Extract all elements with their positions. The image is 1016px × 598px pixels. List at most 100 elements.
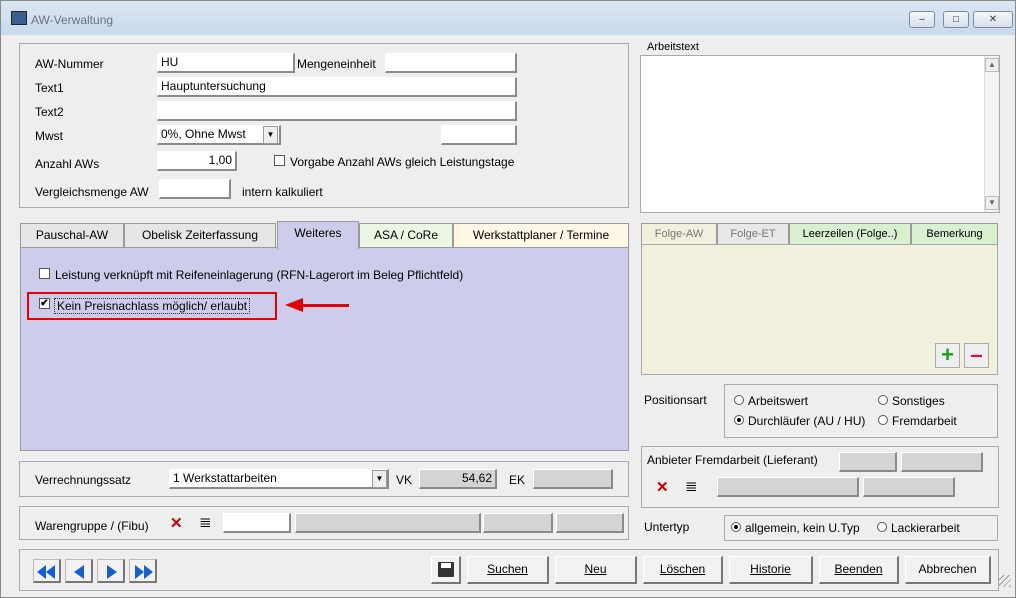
warengruppe-field-3[interactable] — [556, 513, 624, 533]
tab-werkstattplaner[interactable]: Werkstattplaner / Termine — [453, 223, 629, 247]
anzahl-label: Anzahl AWs — [35, 157, 100, 171]
verrechnung-dropdown-icon[interactable]: ▼ — [372, 470, 387, 488]
aw-verwaltung-window: AW-Verwaltung – □ ✕ AW-Nummer HU Mengene… — [0, 0, 1016, 598]
window-title: AW-Verwaltung — [31, 13, 114, 27]
remove-icon[interactable]: – — [964, 343, 989, 368]
scroll-down-icon[interactable]: ▼ — [985, 196, 999, 210]
first-arrow-icon-2 — [46, 565, 55, 579]
vk-label: VK — [396, 473, 413, 487]
mwst-label: Mwst — [35, 129, 63, 143]
beenden-button[interactable]: Beenden — [819, 556, 899, 584]
last-arrow-icon-2 — [144, 565, 153, 579]
save-button[interactable] — [431, 556, 461, 584]
preisnachlass-label: Kein Preisnachlass möglich/ erlaubt — [54, 298, 251, 314]
untertyp-label: Untertyp — [644, 520, 690, 534]
anbieter-field-2[interactable] — [901, 452, 983, 472]
minimize-button[interactable]: – — [909, 11, 935, 28]
tab-folge-aw[interactable]: Folge-AW — [641, 223, 717, 245]
abbrechen-button[interactable]: Abbrechen — [905, 556, 991, 584]
mengeneinheit-label: Mengeneinheit — [297, 57, 376, 71]
radio-sonstiges[interactable] — [878, 395, 888, 405]
sonstiges-label: Sonstiges — [892, 394, 945, 408]
first-arrow-icon — [37, 565, 46, 579]
tab-asa-core[interactable]: ASA / CoRe — [359, 223, 453, 247]
anbieter-field-4[interactable] — [863, 477, 955, 497]
first-record-button[interactable] — [33, 559, 61, 583]
aw-nummer-label: AW-Nummer — [35, 57, 104, 71]
app-icon — [11, 11, 27, 25]
tab-bemerkung[interactable]: Bemerkung — [911, 223, 998, 245]
warengruppe-list-icon[interactable]: ≣ — [199, 513, 212, 531]
positionsart-label: Positionsart — [644, 393, 707, 407]
allgemein-label: allgemein, kein U.Typ — [745, 521, 860, 535]
prev-record-button[interactable] — [65, 559, 93, 583]
vk-input[interactable]: 54,62 — [419, 469, 497, 489]
anbieter-clear-icon[interactable]: ✕ — [656, 478, 669, 496]
radio-fremdarbeit[interactable] — [878, 415, 888, 425]
anbieter-field-3[interactable] — [717, 477, 859, 497]
close-button[interactable]: ✕ — [973, 11, 1013, 28]
arbeitswert-label: Arbeitswert — [748, 394, 809, 408]
anbieter-label: Anbieter Fremdarbeit (Lieferant) — [647, 453, 818, 467]
radio-arbeitswert[interactable] — [734, 395, 744, 405]
warengruppe-field-2[interactable] — [483, 513, 553, 533]
verrechnung-select[interactable]: 1 Werkstattarbeiten — [169, 469, 389, 489]
neu-button[interactable]: Neu — [555, 556, 637, 584]
radio-durchlaeufer[interactable] — [734, 415, 744, 425]
title-bar: AW-Verwaltung – □ ✕ — [1, 1, 1015, 35]
loeschen-button[interactable]: Löschen — [643, 556, 723, 584]
warengruppe-field-1[interactable] — [295, 513, 481, 533]
positionsart-group — [724, 384, 998, 438]
anzahl-input[interactable]: 1,00 — [157, 151, 237, 171]
aw-nummer-input[interactable]: HU — [157, 53, 295, 73]
last-record-button[interactable] — [129, 559, 157, 583]
tab-folge-et[interactable]: Folge-ET — [717, 223, 789, 245]
radio-lackierarbeit[interactable] — [877, 522, 887, 532]
text2-input[interactable] — [157, 101, 517, 121]
arbeitstext-scrollbar[interactable] — [984, 56, 999, 212]
anbieter-list-icon[interactable]: ≣ — [685, 477, 698, 495]
vorgabe-label: Vorgabe Anzahl AWs gleich Leistungstage — [290, 155, 515, 169]
suchen-button[interactable]: Suchen — [467, 556, 549, 584]
lackierarbeit-label: Lackierarbeit — [891, 521, 960, 535]
historie-button[interactable]: Historie — [729, 556, 813, 584]
mwst-extra-field — [441, 125, 517, 145]
rfn-checkbox[interactable] — [39, 268, 50, 279]
text1-label: Text1 — [35, 81, 64, 95]
radio-allgemein[interactable] — [731, 522, 741, 532]
text1-input[interactable]: Hauptuntersuchung — [157, 77, 517, 97]
text2-label: Text2 — [35, 105, 64, 119]
next-arrow-icon — [107, 565, 117, 579]
durchlaeufer-label: Durchläufer (AU / HU) — [748, 414, 866, 428]
verrechnung-label: Verrechnungssatz — [35, 473, 132, 487]
vergleich-label: Vergleichsmenge AW — [35, 185, 149, 199]
mengeneinheit-input[interactable] — [385, 53, 517, 73]
anbieter-field-1[interactable] — [839, 452, 897, 472]
vorgabe-checkbox[interactable] — [274, 155, 285, 166]
save-disk-label-icon — [441, 563, 451, 568]
resize-grip-icon[interactable] — [999, 575, 1011, 587]
warengruppe-input[interactable] — [223, 513, 291, 533]
preisnachlass-checkbox[interactable]: ✔ — [39, 298, 50, 309]
ek-input[interactable] — [533, 469, 613, 489]
add-icon[interactable]: + — [935, 343, 960, 368]
warengruppe-label: Warengruppe / (Fibu) — [35, 519, 149, 533]
last-arrow-icon — [135, 565, 144, 579]
maximize-button[interactable]: □ — [943, 11, 969, 28]
red-arrow-shaft — [301, 304, 349, 307]
arbeitstext-label: Arbeitstext — [647, 41, 699, 53]
warengruppe-clear-icon[interactable]: ✕ — [170, 514, 183, 532]
tab-obelisk-zeiterfassung[interactable]: Obelisk Zeiterfassung — [124, 223, 276, 247]
prev-arrow-icon — [74, 565, 84, 579]
tab-pauschal-aw[interactable]: Pauschal-AW — [20, 223, 124, 247]
fremdarbeit-label: Fremdarbeit — [892, 414, 957, 428]
intern-label: intern kalkuliert — [242, 185, 323, 199]
mwst-dropdown-icon[interactable]: ▼ — [263, 126, 278, 144]
tab-weiteres[interactable]: Weiteres — [277, 221, 359, 249]
red-arrow-head-icon — [285, 298, 303, 312]
scroll-up-icon[interactable]: ▲ — [985, 58, 999, 72]
tab-leerzeilen[interactable]: Leerzeilen (Folge..) — [789, 223, 911, 245]
arbeitstext-textarea[interactable] — [640, 55, 1000, 213]
vergleich-input[interactable] — [159, 179, 231, 199]
next-record-button[interactable] — [97, 559, 125, 583]
